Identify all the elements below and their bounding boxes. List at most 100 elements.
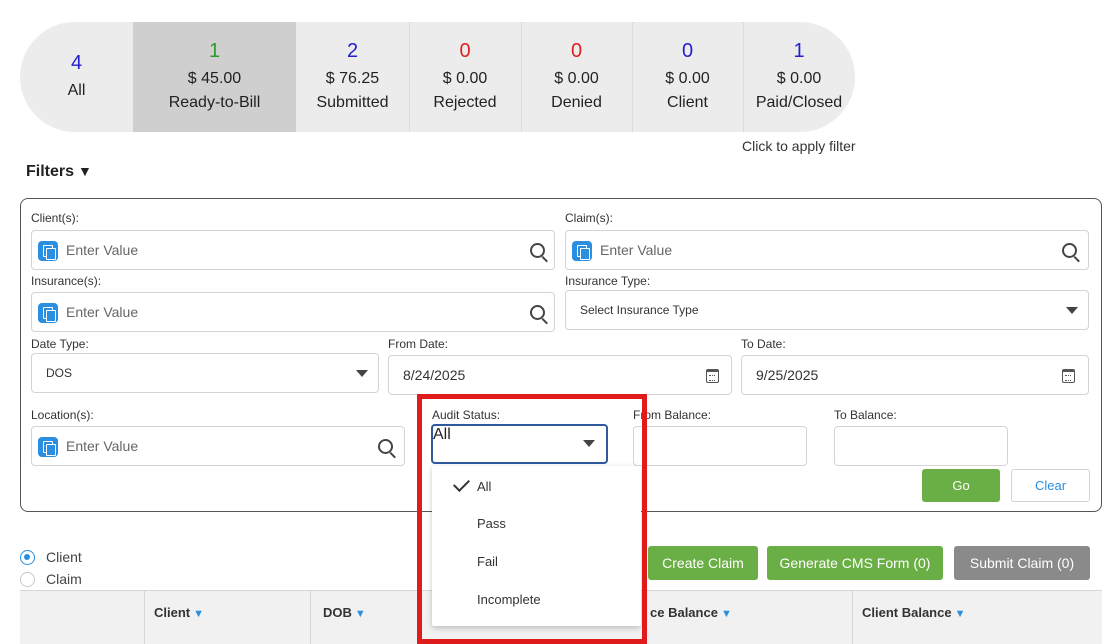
status-count: 1: [208, 40, 221, 62]
status-amount: $ 0.00: [442, 70, 488, 87]
dropdown-option-incomplete[interactable]: Incomplete: [432, 582, 641, 618]
to-date-input[interactable]: 9/25/2025: [741, 355, 1089, 395]
clients-placeholder: Enter Value: [66, 242, 139, 258]
submit-claim-button[interactable]: Submit Claim (0): [954, 546, 1090, 580]
insurance-type-value: Select Insurance Type: [580, 303, 699, 317]
claims-placeholder: Enter Value: [600, 242, 673, 258]
status-tile-ready-to-bill[interactable]: 1 $ 45.00 Ready-to-Bill: [133, 22, 296, 132]
to-date-value: 9/25/2025: [756, 367, 819, 383]
column-divider: [310, 591, 311, 644]
calendar-icon[interactable]: [706, 369, 719, 383]
insurance-type-select[interactable]: Select Insurance Type: [565, 290, 1089, 330]
lookup-icon[interactable]: [38, 437, 58, 457]
radio-claim[interactable]: Claim: [20, 571, 82, 587]
status-count: 0: [681, 40, 694, 62]
status-amount: $ 0.00: [665, 70, 710, 87]
status-tile-client[interactable]: 0 $ 0.00 Client: [632, 22, 743, 132]
date-type-select[interactable]: DOS: [31, 353, 379, 393]
search-icon[interactable]: [530, 305, 545, 320]
sort-icon[interactable]: ▼: [955, 608, 966, 620]
caret-down-icon: [1066, 307, 1078, 314]
insurances-placeholder: Enter Value: [66, 304, 139, 320]
search-icon[interactable]: [530, 243, 545, 258]
go-button[interactable]: Go: [922, 469, 1000, 502]
option-label: Incomplete: [477, 592, 541, 607]
column-title: DOB: [323, 605, 352, 620]
to-balance-input[interactable]: [834, 426, 1008, 466]
clear-button[interactable]: Clear: [1011, 469, 1090, 502]
lookup-icon[interactable]: [38, 303, 58, 323]
from-date-input[interactable]: 8/24/2025: [388, 355, 732, 395]
status-tile-rejected[interactable]: 0 $ 0.00 Rejected: [409, 22, 521, 132]
audit-status-select[interactable]: All: [431, 424, 608, 464]
status-tile-paid-closed[interactable]: 1 $ 0.00 Paid/Closed: [743, 22, 855, 132]
from-balance-label: From Balance:: [633, 408, 712, 422]
insurances-label: Insurance(s):: [31, 274, 102, 288]
search-icon[interactable]: [1062, 243, 1077, 258]
status-count: 2: [346, 40, 359, 62]
radio-label: Client: [46, 549, 82, 565]
column-header-dob[interactable]: DOB ▼: [323, 591, 366, 644]
claims-input[interactable]: Enter Value: [565, 230, 1089, 270]
caret-down-icon: [583, 440, 595, 447]
create-claim-button[interactable]: Create Claim: [648, 546, 758, 580]
radio-button[interactable]: [20, 549, 35, 565]
status-tile-submitted[interactable]: 2 $ 76.25 Submitted: [296, 22, 409, 132]
radio-button[interactable]: [20, 571, 35, 587]
locations-placeholder: Enter Value: [66, 438, 139, 454]
column-title: Client Balance: [862, 605, 952, 620]
from-balance-input[interactable]: [633, 426, 807, 466]
sort-icon[interactable]: ▼: [193, 608, 204, 620]
from-date-value: 8/24/2025: [403, 367, 466, 383]
clients-label: Client(s):: [31, 211, 80, 225]
status-label: Denied: [551, 94, 602, 111]
status-tile-denied[interactable]: 0 $ 0.00 Denied: [521, 22, 632, 132]
radio-label: Claim: [46, 571, 82, 587]
audit-status-label: Audit Status:: [432, 408, 501, 422]
lookup-icon[interactable]: [572, 241, 592, 261]
to-balance-label: To Balance:: [834, 408, 897, 422]
radio-client[interactable]: Client: [20, 549, 82, 565]
locations-label: Location(s):: [31, 408, 94, 422]
generate-cms-form-button[interactable]: Generate CMS Form (0): [767, 546, 943, 580]
column-title: ce Balance: [650, 605, 718, 620]
status-count: 4: [70, 52, 83, 74]
clients-input[interactable]: Enter Value: [31, 230, 555, 270]
status-label: Rejected: [433, 94, 497, 111]
insurances-input[interactable]: Enter Value: [31, 292, 555, 332]
status-amount: $ 0.00: [776, 70, 822, 87]
dropdown-option-pass[interactable]: Pass: [432, 506, 641, 542]
option-label: Fail: [477, 554, 498, 569]
status-tile-all[interactable]: 4 All: [20, 22, 133, 132]
audit-status-value: All: [433, 426, 451, 443]
to-date-label: To Date:: [741, 337, 786, 351]
status-amount: $ 76.25: [325, 70, 380, 87]
option-label: Pass: [477, 516, 506, 531]
caret-down-icon: ▼: [78, 163, 92, 179]
status-filter-hint: Click to apply filter: [742, 138, 856, 154]
filters-title: Filters: [26, 163, 75, 180]
claim-status-filter-bar: 4 All 1 $ 45.00 Ready-to-Bill 2 $ 76.25 …: [20, 22, 855, 132]
column-title: Client: [154, 605, 191, 620]
date-type-value: DOS: [46, 366, 73, 380]
insurance-type-label: Insurance Type:: [565, 274, 651, 288]
dropdown-option-fail[interactable]: Fail: [432, 544, 641, 580]
sort-icon[interactable]: ▼: [355, 608, 366, 620]
column-header-client-balance[interactable]: Client Balance ▼: [862, 591, 965, 644]
column-header-balance[interactable]: ce Balance ▼: [650, 591, 732, 644]
dropdown-option-all[interactable]: All: [432, 469, 641, 505]
lookup-icon[interactable]: [38, 241, 58, 261]
audit-status-dropdown: All Pass Fail Incomplete: [432, 466, 641, 626]
status-count: 0: [570, 40, 583, 62]
calendar-icon[interactable]: [1062, 369, 1075, 383]
status-label: Paid/Closed: [755, 94, 843, 111]
check-icon: [453, 475, 470, 492]
column-divider: [852, 591, 853, 644]
filters-toggle[interactable]: Filters ▼: [26, 163, 92, 181]
sort-icon[interactable]: ▼: [721, 608, 732, 620]
locations-input[interactable]: Enter Value: [31, 426, 405, 466]
column-header-client[interactable]: Client ▼: [154, 591, 204, 644]
search-icon[interactable]: [378, 439, 393, 454]
date-type-label: Date Type:: [31, 337, 89, 351]
status-label: All: [67, 82, 86, 99]
